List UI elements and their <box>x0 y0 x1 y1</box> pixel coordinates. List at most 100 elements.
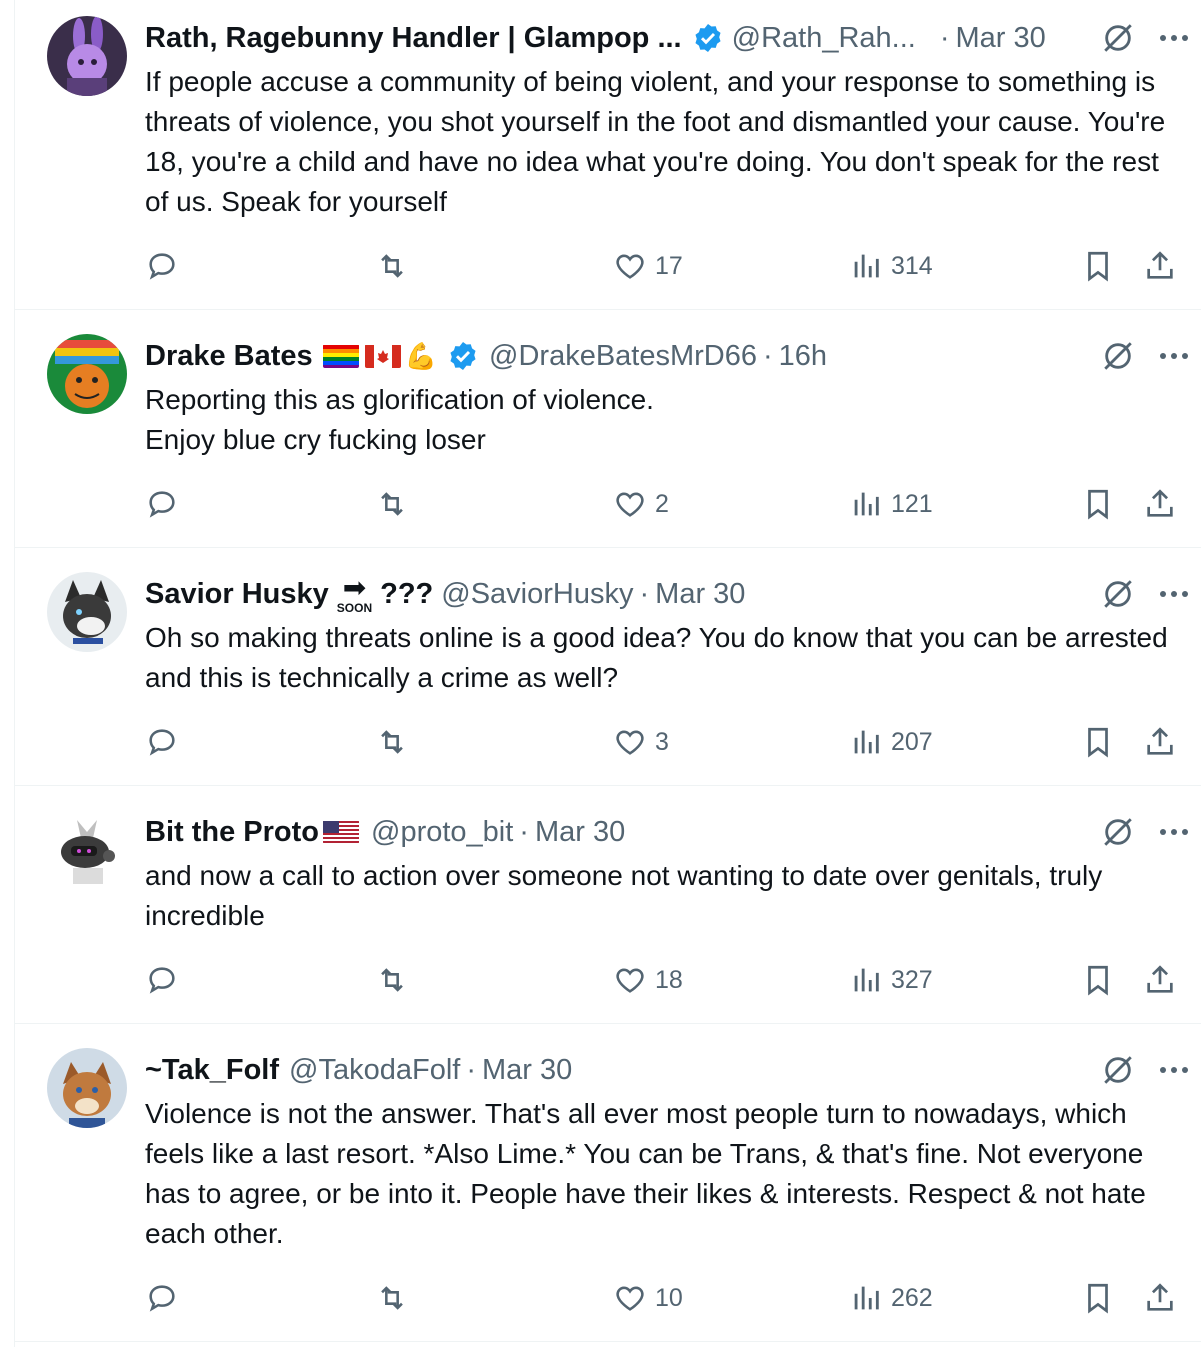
author-name[interactable]: Savior Husky <box>145 578 329 611</box>
header-actions <box>1100 338 1192 374</box>
retweet-button[interactable] <box>375 722 409 762</box>
tweet[interactable]: Savior Husky ➡ SOON ??? @SaviorHusky · M… <box>15 548 1201 786</box>
tweet[interactable]: Rath, Ragebunny Handler | Glampop ... @R… <box>15 0 1201 310</box>
more-options-icon[interactable] <box>1156 1052 1192 1088</box>
soon-label: SOON <box>336 601 373 615</box>
timestamp[interactable]: Mar 30 <box>535 816 625 849</box>
avatar[interactable] <box>47 334 127 414</box>
timestamp[interactable]: Mar 30 <box>482 1054 572 1087</box>
avatar-image <box>47 334 127 414</box>
separator-dot: · <box>939 21 950 54</box>
heart-icon <box>616 492 644 517</box>
author-handle[interactable]: @TakodaFolf <box>289 1054 460 1087</box>
retweet-button[interactable] <box>375 960 409 1000</box>
views-button[interactable]: 314 <box>849 246 933 286</box>
share-button[interactable] <box>1143 1278 1177 1318</box>
author-handle[interactable]: @proto_bit <box>371 816 513 849</box>
like-button[interactable]: 3 <box>613 722 669 762</box>
views-button[interactable]: 262 <box>849 1278 933 1318</box>
retweet-button[interactable] <box>375 246 409 286</box>
header-actions <box>1100 576 1192 612</box>
view-count: 327 <box>891 965 933 994</box>
heart-icon <box>616 968 644 993</box>
grok-icon[interactable] <box>1100 576 1136 612</box>
retweet-button[interactable] <box>375 484 409 524</box>
reply-button[interactable] <box>145 722 179 762</box>
bookmark-button[interactable] <box>1081 484 1115 524</box>
like-button[interactable]: 10 <box>613 1278 683 1318</box>
tweet[interactable]: ~Tak_Folf @TakodaFolf · Mar 30 Violence … <box>15 1024 1201 1342</box>
share-button[interactable] <box>1143 722 1177 762</box>
like-button[interactable]: 18 <box>613 960 683 1000</box>
canada-flag-icon <box>364 344 401 368</box>
like-count: 3 <box>655 727 669 756</box>
view-count: 262 <box>891 1283 933 1312</box>
grok-icon[interactable] <box>1100 1052 1136 1088</box>
like-button[interactable]: 2 <box>613 484 669 524</box>
view-count: 314 <box>891 251 933 280</box>
timestamp[interactable]: 16h <box>779 340 827 373</box>
more-options-icon[interactable] <box>1156 814 1192 850</box>
tweet-actions: 10 262 <box>145 1278 1201 1318</box>
like-count: 2 <box>655 489 669 518</box>
avatar[interactable] <box>47 1048 127 1128</box>
bookmark-button[interactable] <box>1081 1278 1115 1318</box>
bookmark-button[interactable] <box>1081 960 1115 1000</box>
author-name[interactable]: Rath, Ragebunny Handler | Glampop ... <box>145 22 682 55</box>
timestamp[interactable]: Mar 30 <box>956 22 1046 55</box>
bookmark-icon <box>1088 727 1108 758</box>
author-name[interactable]: Drake Bates <box>145 340 313 373</box>
bookmark-button[interactable] <box>1081 722 1115 762</box>
avatar[interactable] <box>47 572 127 652</box>
name-suffix: ??? <box>380 577 434 610</box>
tweet-text: and now a call to action over someone no… <box>145 860 1111 931</box>
share-icon <box>1147 965 1173 993</box>
share-button[interactable] <box>1143 484 1177 524</box>
tweet[interactable]: Drake Bates 💪 @DrakeBatesMrD66 · 16h Rep… <box>15 310 1201 548</box>
tweet-actions: 3 207 <box>145 722 1201 762</box>
author-name[interactable]: ~Tak_Folf <box>145 1054 279 1087</box>
separator-dot: · <box>763 339 773 372</box>
share-icon <box>1147 489 1173 517</box>
reply-button[interactable] <box>145 246 179 286</box>
views-icon <box>854 254 879 278</box>
reply-icon <box>149 1285 175 1312</box>
tweet-actions: 18 327 <box>145 960 1201 1000</box>
more-options-icon[interactable] <box>1156 576 1192 612</box>
author-handle[interactable]: @Rath_Rah... <box>732 22 916 55</box>
avatar[interactable] <box>47 16 127 96</box>
heart-icon <box>616 730 644 755</box>
reply-button[interactable] <box>145 960 179 1000</box>
reply-icon <box>149 491 175 518</box>
reply-feed: Rath, Ragebunny Handler | Glampop ... @R… <box>14 0 1201 1347</box>
bookmark-button[interactable] <box>1081 246 1115 286</box>
share-button[interactable] <box>1143 960 1177 1000</box>
grok-icon[interactable] <box>1100 338 1136 374</box>
views-button[interactable]: 121 <box>849 484 933 524</box>
reply-button[interactable] <box>145 484 179 524</box>
header-actions <box>1100 814 1192 850</box>
reply-icon <box>149 253 175 280</box>
us-flag-icon <box>323 820 359 844</box>
header-actions <box>1100 1052 1192 1088</box>
author-handle[interactable]: @DrakeBatesMrD66 <box>489 340 757 373</box>
grok-icon[interactable] <box>1100 814 1136 850</box>
tweet[interactable]: Bit the Proto @proto_bit · Mar 30 and no… <box>15 786 1201 1024</box>
grok-icon[interactable] <box>1100 20 1136 56</box>
share-button[interactable] <box>1143 246 1177 286</box>
more-options-icon[interactable] <box>1156 338 1192 374</box>
soon-arrow-icon: ➡ SOON <box>336 574 373 615</box>
retweet-button[interactable] <box>375 1278 409 1318</box>
reply-button[interactable] <box>145 1278 179 1318</box>
views-button[interactable]: 327 <box>849 960 933 1000</box>
more-options-icon[interactable] <box>1156 20 1192 56</box>
separator-dot: · <box>519 815 529 848</box>
avatar[interactable] <box>47 810 127 890</box>
author-handle[interactable]: @SaviorHusky <box>441 578 633 611</box>
views-button[interactable]: 207 <box>849 722 933 762</box>
view-count: 207 <box>891 727 933 756</box>
like-count: 18 <box>655 965 683 994</box>
author-name[interactable]: Bit the Proto <box>145 816 319 849</box>
like-button[interactable]: 17 <box>613 246 683 286</box>
timestamp[interactable]: Mar 30 <box>655 578 745 611</box>
